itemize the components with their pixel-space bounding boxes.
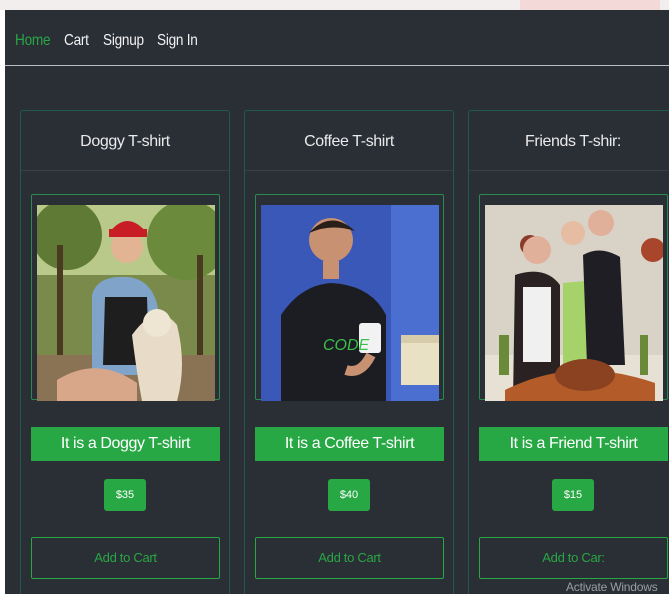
svg-text:CODE: CODE [323,337,370,354]
browser-top-strip [0,0,669,10]
product-image-coffee: CODE [261,205,439,401]
add-to-cart-button[interactable]: Add to Cart [31,537,220,579]
product-description: It is a Coffee T-shirt [255,427,444,461]
card-header: Doggy T-shirt [21,111,229,171]
price-button[interactable]: $15 [552,479,594,511]
nav-home-link[interactable]: Home [15,32,51,50]
navbar: Home Cart Signup Sign In [5,10,669,66]
add-to-cart-button[interactable]: Add to Car: [479,537,668,579]
product-image-frame: CODE [255,194,444,401]
product-title: Friends T-shir: [525,133,621,150]
product-title: Coffee T-shirt [304,133,394,150]
product-image-doggy [37,205,215,401]
product-description: It is a Friend T-shirt [479,427,668,461]
windows-activation-watermark: Activate Windows [566,580,658,594]
app-container: Home Cart Signup Sign In Doggy T-shirt I… [5,10,669,594]
product-image-frame [479,194,668,401]
price-button[interactable]: $35 [104,479,146,511]
nav-signup-link[interactable]: Signup [103,32,144,50]
nav-signin-link[interactable]: Sign In [157,32,198,50]
product-title: Doggy T-shirt [80,133,170,150]
product-card-coffee: Coffee T-shirt CODE It is a Coffee T-shi… [244,110,454,594]
nav-cart-link[interactable]: Cart [64,32,89,50]
product-description: It is a Doggy T-shirt [31,427,220,461]
product-image-friends [485,205,663,401]
card-header: Coffee T-shirt [245,111,453,171]
product-card-doggy: Doggy T-shirt It is a Doggy T-shirt $35 … [20,110,230,594]
card-header: Friends T-shir: [469,111,669,171]
add-to-cart-button[interactable]: Add to Cart [255,537,444,579]
product-card-friends: Friends T-shir: It is a Friend T-shirt $… [468,110,669,594]
price-button[interactable]: $40 [328,479,370,511]
product-image-frame [31,194,220,401]
